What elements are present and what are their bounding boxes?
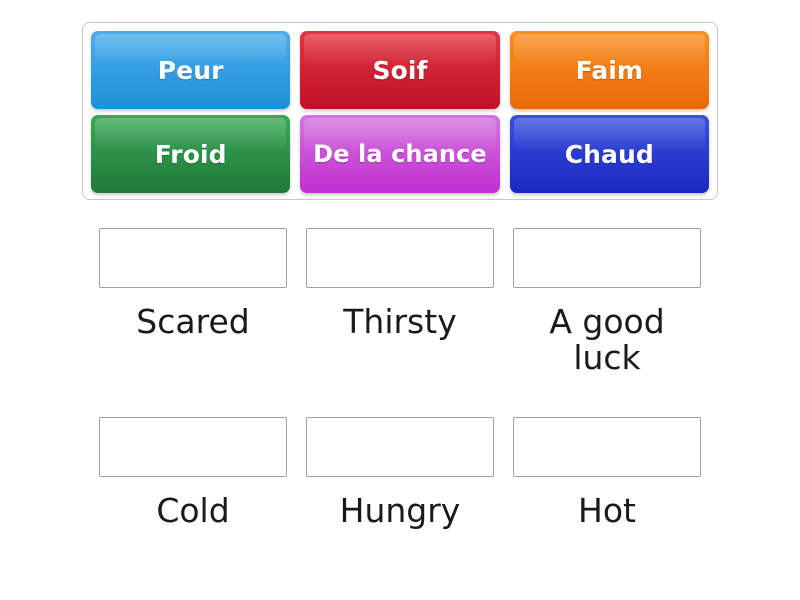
answer-label: Cold [156,491,230,531]
dropzone-hot[interactable] [513,417,701,478]
answer-cell-cold: Cold [99,417,287,529]
tile-label: Soif [372,55,428,85]
draggable-tile-peur[interactable]: Peur [91,31,291,109]
answer-cell-scared: Scared [99,228,287,375]
dropzone-a-good-luck[interactable] [513,228,701,288]
dropzone-hungry[interactable] [306,417,494,478]
answer-cell-hot: Hot [513,417,701,529]
tile-label: De la chance [313,140,487,168]
answer-label: Hot [578,491,636,531]
answer-label: Thirsty [343,302,457,341]
answer-grid: Scared Thirsty A good luck Cold Hungry H… [99,228,701,529]
answer-label: Hungry [339,491,461,531]
draggable-tile-chaud[interactable]: Chaud [509,115,709,193]
answer-cell-hungry: Hungry [306,417,494,529]
tile-bank-row-2: Froid De la chance Chaud [91,115,709,193]
answer-cell-thirsty: Thirsty [306,228,494,375]
draggable-tile-faim[interactable]: Faim [509,31,709,109]
tile-label: Faim [575,55,644,85]
tile-bank-row-1: Peur Soif Faim [91,31,709,109]
tile-label: Chaud [564,139,654,169]
answer-cell-a-good-luck: A good luck [513,228,701,375]
draggable-tile-froid[interactable]: Froid [91,115,291,193]
answer-row-2: Cold Hungry Hot [99,417,701,529]
draggable-tile-soif[interactable]: Soif [300,31,500,109]
tile-label: Froid [154,139,227,169]
tile-bank: Peur Soif Faim Froid De la chance Chaud [82,22,718,200]
tile-label: Peur [157,55,224,85]
dropzone-scared[interactable] [99,228,287,288]
dropzone-thirsty[interactable] [306,228,494,288]
answer-row-1: Scared Thirsty A good luck [99,228,701,375]
draggable-tile-de-la-chance[interactable]: De la chance [300,115,500,193]
dropzone-cold[interactable] [99,417,287,478]
answer-label: A good luck [549,302,665,377]
answer-label: Scared [136,302,250,341]
